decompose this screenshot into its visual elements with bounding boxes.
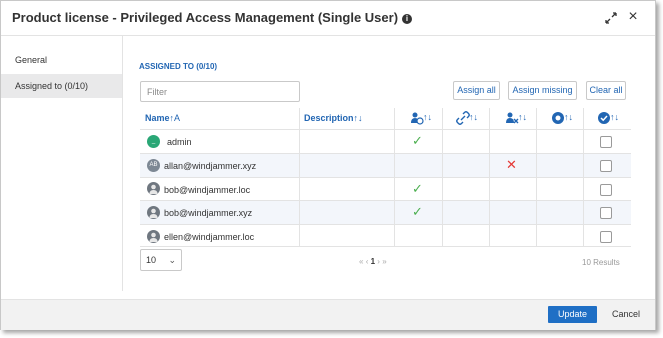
check-icon: ✓ xyxy=(412,181,423,196)
filter-input[interactable] xyxy=(140,81,300,102)
gear-badge-icon xyxy=(552,112,564,124)
page-size-value: 10 xyxy=(146,255,157,265)
sort-icon: ↑↓ xyxy=(518,112,527,122)
info-icon[interactable]: i xyxy=(402,14,413,24)
column-description-label: Description xyxy=(304,113,354,123)
sidebar: General Assigned to (0/10) xyxy=(1,36,123,291)
sort-icon: ↑↓ xyxy=(564,112,573,122)
row-checkbox[interactable] xyxy=(600,231,612,243)
section-title: ASSIGNED TO (0/10) xyxy=(139,62,218,71)
user-photo-avatar xyxy=(147,230,160,243)
row-checkbox[interactable] xyxy=(600,184,612,196)
product-license-dialog: Product license - Privileged Access Mana… xyxy=(0,0,656,330)
column-header-user-clock[interactable]: ↑↓ xyxy=(410,111,438,125)
first-page-icon[interactable]: « xyxy=(359,257,363,266)
divider xyxy=(140,200,631,201)
check-icon: ✓ xyxy=(412,204,423,219)
column-divider xyxy=(583,108,584,246)
table-row xyxy=(140,130,631,153)
check-icon: ✓ xyxy=(412,133,423,148)
sort-icon: ↑↓ xyxy=(423,112,432,122)
cross-icon: ✕ xyxy=(506,157,517,172)
chevron-down-icon: ⌄ xyxy=(168,255,176,265)
last-page-icon[interactable]: » xyxy=(382,257,386,266)
column-divider xyxy=(299,108,300,246)
dialog-titlebar: Product license - Privileged Access Mana… xyxy=(1,1,655,36)
user-photo-avatar xyxy=(147,206,160,219)
sidebar-item-assigned-to[interactable]: Assigned to (0/10) xyxy=(1,74,122,98)
column-header-user-x[interactable]: ↑↓ xyxy=(505,111,533,125)
column-divider xyxy=(489,108,490,246)
divider xyxy=(140,153,631,154)
row-checkbox[interactable] xyxy=(600,160,612,172)
assign-missing-button[interactable]: Assign missing xyxy=(508,81,577,100)
avatar: _ xyxy=(147,135,160,148)
avatar: AB xyxy=(147,159,160,172)
user-clock-icon xyxy=(411,112,424,125)
column-header-check-circle[interactable]: ↑↓ xyxy=(597,111,625,125)
column-divider xyxy=(536,108,537,246)
expand-icon[interactable] xyxy=(604,11,618,25)
divider xyxy=(140,224,631,225)
user-name: bob@windjammer.xyz xyxy=(164,208,253,218)
close-icon[interactable]: × xyxy=(626,9,640,25)
pager: « ‹ 1 › » xyxy=(359,257,387,266)
prev-page-icon[interactable]: ‹ xyxy=(366,257,369,266)
column-header-link[interactable]: ↑↓ xyxy=(456,111,484,125)
update-button[interactable]: Update xyxy=(548,306,597,323)
column-header-name[interactable]: Name↑A xyxy=(145,108,180,129)
dialog-title-text: Product license - Privileged Access Mana… xyxy=(12,10,399,25)
column-header-description[interactable]: Description↑↓ xyxy=(304,108,363,129)
sidebar-item-general[interactable]: General xyxy=(1,48,122,72)
divider xyxy=(140,177,631,178)
sort-icon: ↑↓ xyxy=(469,112,478,122)
dialog-title: Product license - Privileged Access Mana… xyxy=(12,10,413,25)
row-checkbox[interactable] xyxy=(600,207,612,219)
column-divider xyxy=(442,108,443,246)
user-photo-avatar xyxy=(147,182,160,195)
sort-icon: ↑↓ xyxy=(610,112,619,122)
page-size-select[interactable]: 10 ⌄ xyxy=(140,249,182,271)
user-name: admin xyxy=(167,137,192,147)
divider xyxy=(140,246,631,247)
user-x-icon xyxy=(506,112,519,124)
column-divider xyxy=(394,108,395,246)
check-circle-icon xyxy=(598,112,610,124)
assign-all-button[interactable]: Assign all xyxy=(453,81,500,100)
user-name: bob@windjammer.loc xyxy=(164,185,251,195)
user-name: ellen@windjammer.loc xyxy=(164,232,255,242)
row-checkbox[interactable] xyxy=(600,136,612,148)
sort-icon[interactable]: ↑A xyxy=(170,113,181,123)
current-page[interactable]: 1 xyxy=(371,257,375,266)
column-name-label: Name xyxy=(145,113,170,123)
clear-all-button[interactable]: Clear all xyxy=(586,81,626,100)
results-count: 10 Results xyxy=(582,258,620,267)
column-header-gear-badge[interactable]: ↑↓ xyxy=(551,111,579,125)
cancel-button[interactable]: Cancel xyxy=(612,306,640,323)
link-icon xyxy=(456,111,470,125)
sort-icon[interactable]: ↑↓ xyxy=(354,113,363,123)
next-page-icon[interactable]: › xyxy=(377,257,380,266)
user-name: allan@windjammer.xyz xyxy=(164,161,257,171)
